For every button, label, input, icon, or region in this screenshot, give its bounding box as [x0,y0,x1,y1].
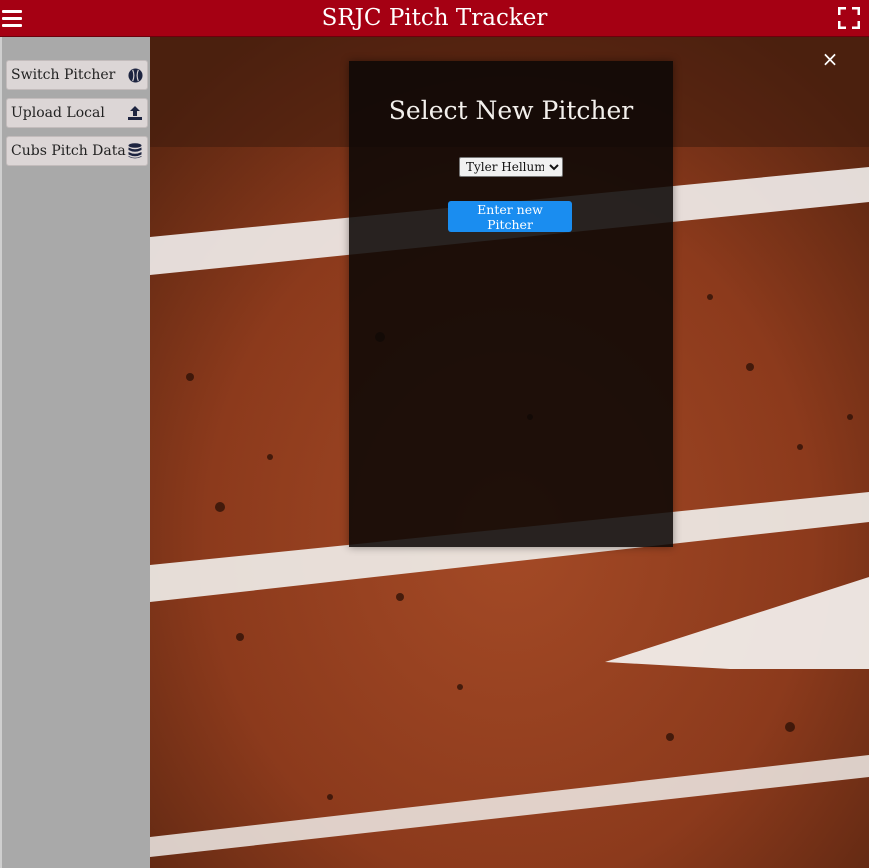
modal-title: Select New Pitcher [388,96,634,125]
sidebar-item-label: Cubs Pitch Data [11,143,126,159]
select-pitcher-modal: Select New Pitcher Tyler Hellums Enter n… [349,61,673,547]
enter-new-pitcher-button[interactable]: Enter new Pitcher [448,201,572,232]
baseball-icon [127,67,143,83]
sidebar-item-label: Switch Pitcher [11,67,116,83]
app-title: SRJC Pitch Tracker [321,5,548,31]
sidebar-item-upload-local[interactable]: Upload Local [6,98,148,128]
upload-icon [127,105,143,121]
background-image: × Select New Pitcher Tyler Hellums Enter… [150,37,869,868]
close-icon[interactable]: × [821,49,839,69]
sidebar: Switch Pitcher Upload Local Cubs Pitch D… [0,37,150,868]
fullscreen-icon[interactable] [837,6,861,30]
sidebar-item-cubs-pitch-data[interactable]: Cubs Pitch Data [6,136,148,166]
pitcher-select[interactable]: Tyler Hellums [459,157,563,177]
sidebar-item-label: Upload Local [11,105,105,121]
app-header: SRJC Pitch Tracker [0,0,869,37]
sidebar-item-switch-pitcher[interactable]: Switch Pitcher [6,60,148,90]
database-icon [127,143,143,159]
